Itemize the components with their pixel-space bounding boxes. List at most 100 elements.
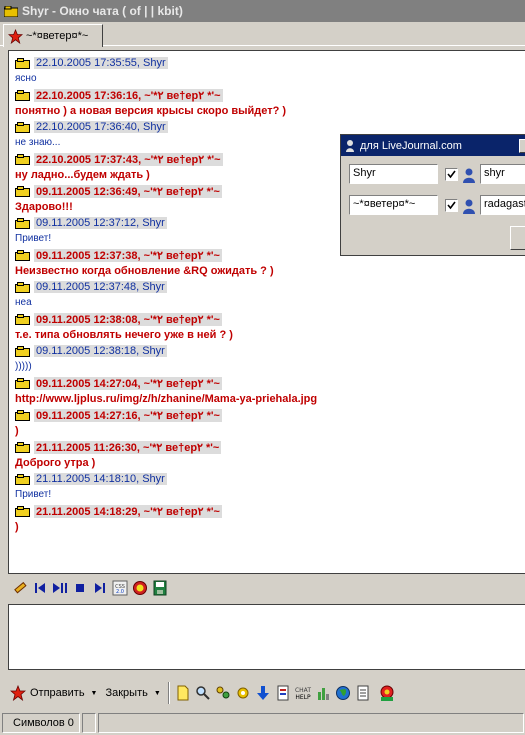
message-meta: 22.10.2005 17:35:55, Shyr xyxy=(34,57,168,69)
window-titlebar[interactable]: Shyr - Окно чата ( of | | kbit) xyxy=(0,0,525,22)
notes-icon[interactable] xyxy=(353,683,373,703)
message-text: ))))) xyxy=(15,361,32,372)
window-title: Shyr - Окно чата ( of | | kbit) xyxy=(22,4,183,18)
document-icon[interactable] xyxy=(173,683,193,703)
help-icon[interactable]: CHAT HELP xyxy=(293,683,313,703)
folder-icon xyxy=(15,505,30,517)
message-list: 22.10.2005 17:35:55, Shyr ясно 22.10.2005 … xyxy=(15,55,525,535)
skip-forward-icon[interactable] xyxy=(90,578,110,598)
smile-icon[interactable] xyxy=(130,578,150,598)
skip-back-icon[interactable] xyxy=(30,578,50,598)
chevron-down-icon[interactable]: ▼ xyxy=(154,690,161,697)
message-header: 22.10.2005 17:36:40, Shyr xyxy=(15,119,525,135)
message-meta: 21.11.2005 11:26:30, ~'*٢ ве†ер٢ *'~ xyxy=(34,440,222,454)
message-text: ) xyxy=(15,521,19,533)
message-text: http://www.ljplus.ru/img/z/h/zhanine/Mam… xyxy=(15,393,318,405)
folder-icon xyxy=(15,57,30,69)
folder-icon xyxy=(15,121,30,133)
play-pause-icon[interactable] xyxy=(50,578,70,598)
star-icon xyxy=(10,685,26,701)
settings-icon[interactable] xyxy=(233,683,253,703)
message-header: 22.10.2005 17:35:55, Shyr xyxy=(15,55,525,71)
tab-label: ~*¤ветер¤*~ xyxy=(26,30,89,42)
popup-button[interactable] xyxy=(510,226,525,250)
message-meta: 09.11.2005 12:38:08, ~'*٢ ве†ер٢ *'~ xyxy=(34,312,222,326)
status-cell-wide xyxy=(98,712,524,733)
popup-field-1[interactable]: Shyr xyxy=(349,164,438,184)
message-text: неа xyxy=(15,297,32,308)
save-history-icon[interactable] xyxy=(150,578,170,598)
search-icon[interactable] xyxy=(193,683,213,703)
message-meta: 09.11.2005 14:27:16, ~'*٢ ве†ер٢ *'~ xyxy=(34,408,222,422)
chevron-down-icon[interactable]: ▼ xyxy=(91,690,98,697)
popup-login-1[interactable]: shyr xyxy=(480,164,525,184)
message-header: 21.11.2005 11:26:30, ~'*٢ ве†ер٢ *'~ xyxy=(15,439,525,455)
history-toolbar: CSS 2.0 xyxy=(8,576,525,600)
contacts-icon[interactable] xyxy=(377,683,397,703)
popup-title: для LiveJournal.com xyxy=(360,139,462,152)
svg-text:HELP: HELP xyxy=(295,694,311,701)
folder-icon xyxy=(15,345,30,357)
message-meta: 09.11.2005 12:37:38, ~'*٢ ве†ер٢ *'~ xyxy=(34,248,222,262)
folder-icon xyxy=(15,281,30,293)
message-input[interactable] xyxy=(8,604,525,670)
folder-icon xyxy=(15,473,30,485)
livejournal-popup[interactable]: для LiveJournal.com Shyr shyr ~*¤ветер¤*… xyxy=(340,134,525,256)
message-header: 21.11.2005 14:18:29, ~'*٢ ве†ер٢ *'~ xyxy=(15,503,525,519)
send-label: Отправить xyxy=(30,687,85,699)
user-icon xyxy=(463,168,475,183)
message-meta: 09.11.2005 12:37:48, Shyr xyxy=(34,281,167,293)
popup-checkbox-2[interactable] xyxy=(445,199,458,212)
message-text: Привет! xyxy=(15,489,52,500)
pencil-icon[interactable] xyxy=(10,578,30,598)
char-count: Символов 0 xyxy=(2,712,80,733)
message-meta: 22.10.2005 17:36:16, ~'*٢ ве†ер٢ *'~ xyxy=(34,88,223,102)
message-text: понятно ) а новая версия крысы скоро вый… xyxy=(15,105,287,117)
message-text: Неизвестно когда обновление &RQ ожидать … xyxy=(15,265,274,277)
message-meta: 09.11.2005 14:27:04, ~'*٢ ве†ер٢ *'~ xyxy=(34,376,222,390)
checkmark-icon xyxy=(447,201,456,210)
folder-icon xyxy=(15,185,30,197)
file-info-icon[interactable] xyxy=(273,683,293,703)
popup-close-button[interactable] xyxy=(519,139,525,153)
popup-login-2[interactable]: radagast xyxy=(480,195,525,215)
folder-icon xyxy=(15,313,30,325)
chat-history[interactable]: 22.10.2005 17:35:55, Shyr ясно 22.10.2005 … xyxy=(8,50,525,574)
message-text: т.е. типа обновлять нечего уже в ней ? ) xyxy=(15,329,233,341)
message-meta: 09.11.2005 12:36:49, ~'*٢ ве†ер٢ *'~ xyxy=(34,184,222,198)
arrow-down-icon[interactable] xyxy=(253,683,273,703)
stop-icon[interactable] xyxy=(70,578,90,598)
message-meta: 22.10.2005 17:37:43, ~'*٢ ве†ер٢ *'~ xyxy=(34,152,223,166)
message-meta: 21.11.2005 14:18:10, Shyr xyxy=(34,473,167,485)
close-button[interactable]: Закрыть ▼ xyxy=(101,682,164,704)
users-icon[interactable] xyxy=(213,683,233,703)
checkmark-icon xyxy=(447,170,456,179)
user-icon xyxy=(346,139,354,152)
globe-icon[interactable] xyxy=(333,683,353,703)
status-cell xyxy=(82,712,96,733)
message-header: 09.11.2005 12:37:48, Shyr xyxy=(15,279,525,295)
tab-contact[interactable]: ~*¤ветер¤*~ xyxy=(3,24,103,47)
send-toolbar: Отправить ▼ Закрыть ▼ CHAT HELP xyxy=(6,680,525,706)
svg-text:2.0: 2.0 xyxy=(116,589,124,595)
message-header: 22.10.2005 17:36:16, ~'*٢ ве†ер٢ *'~ xyxy=(15,87,525,103)
popup-titlebar[interactable]: для LiveJournal.com xyxy=(341,135,525,156)
send-button[interactable]: Отправить ▼ xyxy=(6,682,101,704)
folder-icon xyxy=(15,153,30,165)
popup-field-2[interactable]: ~*¤ветер¤*~ xyxy=(349,195,438,215)
message-text: Доброго утра ) xyxy=(15,457,96,469)
message-header: 09.11.2005 12:38:08, ~'*٢ ве†ер٢ *'~ xyxy=(15,311,525,327)
svg-text:CHAT: CHAT xyxy=(295,687,311,694)
css-icon[interactable]: CSS 2.0 xyxy=(110,578,130,598)
message-header: 09.11.2005 14:27:16, ~'*٢ ве†ер٢ *'~ xyxy=(15,407,525,423)
status-bar: Символов 0 xyxy=(0,710,525,735)
message-text: ) xyxy=(15,425,19,437)
user-icon xyxy=(463,199,475,214)
folder-icon xyxy=(15,249,30,261)
toolbar-divider xyxy=(167,682,170,704)
message-meta: 09.11.2005 12:38:18, Shyr xyxy=(34,345,167,357)
folder-icon xyxy=(15,377,30,389)
popup-checkbox-1[interactable] xyxy=(445,168,458,181)
folder-icon xyxy=(15,89,30,101)
chart-icon[interactable] xyxy=(313,683,333,703)
